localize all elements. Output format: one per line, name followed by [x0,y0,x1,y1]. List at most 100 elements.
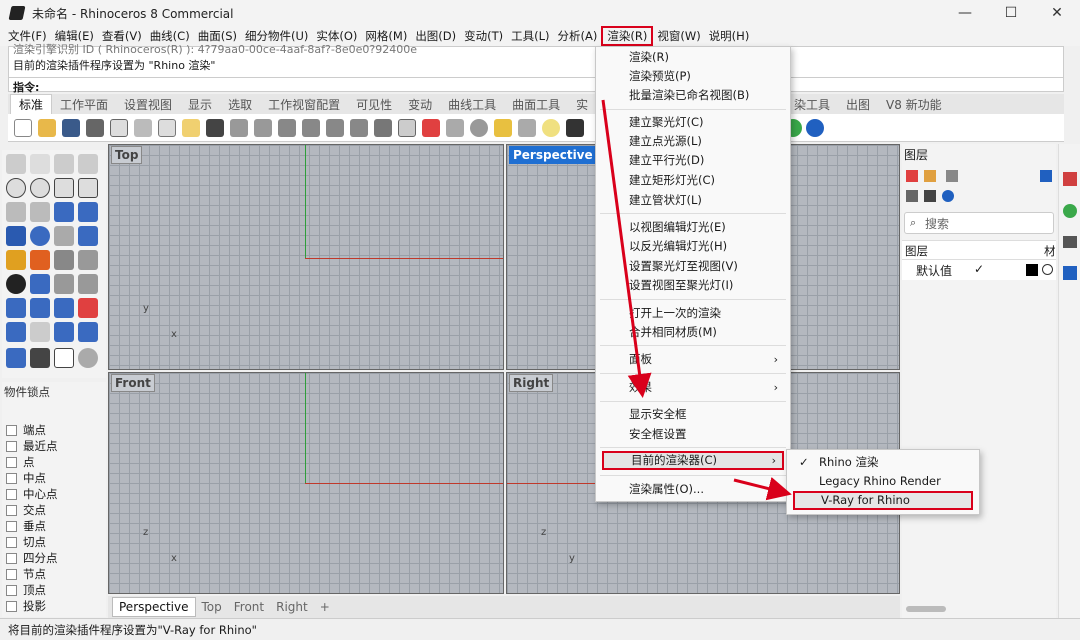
tab-display[interactable]: 显示 [180,96,220,113]
tab-transform[interactable]: 变动 [400,96,440,113]
horizontal-scrollbar[interactable] [906,606,946,612]
select-arrow-icon[interactable] [6,154,26,174]
renderer-vray-for-rhino[interactable]: V-Ray for Rhino [793,491,973,510]
zoom-window-icon[interactable] [302,119,320,137]
history-icon[interactable] [6,322,26,342]
copy-icon[interactable] [158,119,176,137]
checkbox[interactable] [6,552,17,564]
menu-transform[interactable]: 变动(T) [460,27,507,45]
display-panel-icon[interactable] [1063,236,1077,248]
menu-help[interactable]: 说明(H) [705,27,754,45]
checkbox[interactable] [6,568,17,580]
export-icon[interactable] [110,119,128,137]
tab-select[interactable]: 选取 [220,96,260,113]
viewport-tab-right[interactable]: Right [270,600,314,614]
tab-curve-tools[interactable]: 曲线工具 [440,96,504,113]
menu-item-rectangular-light[interactable]: 建立矩形灯光(C) [596,171,790,190]
menu-item-effects[interactable]: 效果 › [596,378,790,397]
light-bulb-icon[interactable] [542,119,560,137]
osnap-end[interactable]: 端点 [6,422,46,438]
viewport-label-top[interactable]: Top [111,146,143,164]
menu-item-view-to-spotlight[interactable]: 设置视图至聚光灯(I) [596,276,790,295]
maximize-button[interactable]: ☐ [988,0,1034,26]
menu-analyze[interactable]: 分析(A) [554,27,602,45]
ellipse-icon[interactable] [30,178,50,198]
menu-item-render-preview[interactable]: 渲染预览(P) [596,67,790,86]
print-icon[interactable] [86,119,104,137]
tab-standard[interactable]: 标准 [10,94,53,114]
layer-material-icon[interactable] [1042,264,1053,275]
snap-icon[interactable] [78,298,98,318]
menu-item-linear-light[interactable]: 建立管状灯(L) [596,191,790,210]
group-icon[interactable] [6,274,26,294]
osnap-near[interactable]: 最近点 [6,438,58,454]
close-button[interactable]: ✕ [1034,0,1080,26]
tab-drafting[interactable]: 出图 [838,96,878,113]
menu-item-batch-render[interactable]: 批量渲染已命名视图(B) [596,86,790,105]
layers-panel-icon[interactable] [1063,172,1077,186]
minimize-button[interactable]: — [942,0,988,26]
named-views-icon[interactable] [422,119,440,137]
sphere-icon[interactable] [30,226,50,246]
extrude-icon[interactable] [78,226,98,246]
tab-visibility[interactable]: 可见性 [348,96,400,113]
loft-icon[interactable] [78,202,98,222]
viewport-layout-icon[interactable] [398,119,416,137]
help-icon[interactable] [806,119,824,137]
viewport-label-perspective[interactable]: Perspective [509,146,597,164]
menu-item-directional-light[interactable]: 建立平行光(D) [596,151,790,170]
add-viewport-tab-button[interactable]: + [314,600,336,614]
osnap-vertex[interactable]: 顶点 [6,582,46,598]
polyline-icon[interactable] [54,154,74,174]
split-icon[interactable] [78,250,98,270]
menu-item-edit-light-by-view[interactable]: 以视图编辑灯光(E) [596,218,790,237]
menu-item-safe-frame-settings[interactable]: 安全框设置 [596,425,790,444]
polygon-icon[interactable] [54,178,74,198]
viewport-tab-perspective[interactable]: Perspective [112,597,196,617]
tab-v8-new[interactable]: V8 新功能 [878,96,950,113]
delete-layer-icon[interactable] [946,170,958,182]
cylinder-icon[interactable] [54,226,74,246]
renderer-rhino-render[interactable]: ✓ Rhino 渲染 [787,453,979,472]
viewport-label-right[interactable]: Right [509,374,554,392]
fillet-icon[interactable] [30,202,50,222]
undo-icon[interactable] [206,119,224,137]
explode-icon[interactable] [30,250,50,270]
rotate-view-icon[interactable] [254,119,272,137]
gear-tool-icon[interactable] [6,250,26,270]
layer-list-icon[interactable] [924,190,936,202]
layer-color-swatch[interactable] [1026,264,1038,276]
check-icon[interactable] [54,348,74,368]
cut-plane-icon[interactable] [6,348,26,368]
osnap-mid[interactable]: 中点 [6,470,46,486]
menu-item-render[interactable]: 渲染(R) [596,48,790,67]
box-icon[interactable] [6,226,26,246]
dimension-icon[interactable] [30,298,50,318]
select-icon[interactable] [494,119,512,137]
tab-cplanes[interactable]: 工作平面 [52,96,116,113]
array-icon[interactable] [54,298,74,318]
boolean-icon[interactable] [54,250,74,270]
menu-window[interactable]: 视窗(W) [653,27,704,45]
menu-item-open-last-render[interactable]: 打开上一次的渲染 [596,304,790,323]
checkbox[interactable] [6,504,17,516]
open-file-icon[interactable] [38,119,56,137]
paste-icon[interactable] [182,119,200,137]
tab-viewport-layout[interactable]: 工作视窗配置 [260,96,348,113]
tab-render-tools[interactable]: 染工具 [786,96,838,113]
zoom-icon[interactable] [278,119,296,137]
surface-icon[interactable] [54,202,74,222]
menu-tools[interactable]: 工具(L) [507,27,553,45]
gumball-icon[interactable] [30,348,50,368]
ortho-icon[interactable] [54,322,74,342]
osnap-knot[interactable]: 节点 [6,566,46,582]
zoom-extents-icon[interactable] [326,119,344,137]
checkbox[interactable] [6,424,17,436]
materials-panel-icon[interactable] [1063,204,1077,218]
help-icon[interactable] [942,190,954,202]
rectangle-icon[interactable] [78,178,98,198]
join-icon[interactable] [30,274,50,294]
osnap-center[interactable]: 中心点 [6,486,58,502]
checkbox[interactable] [6,488,17,500]
checkbox[interactable] [6,536,17,548]
